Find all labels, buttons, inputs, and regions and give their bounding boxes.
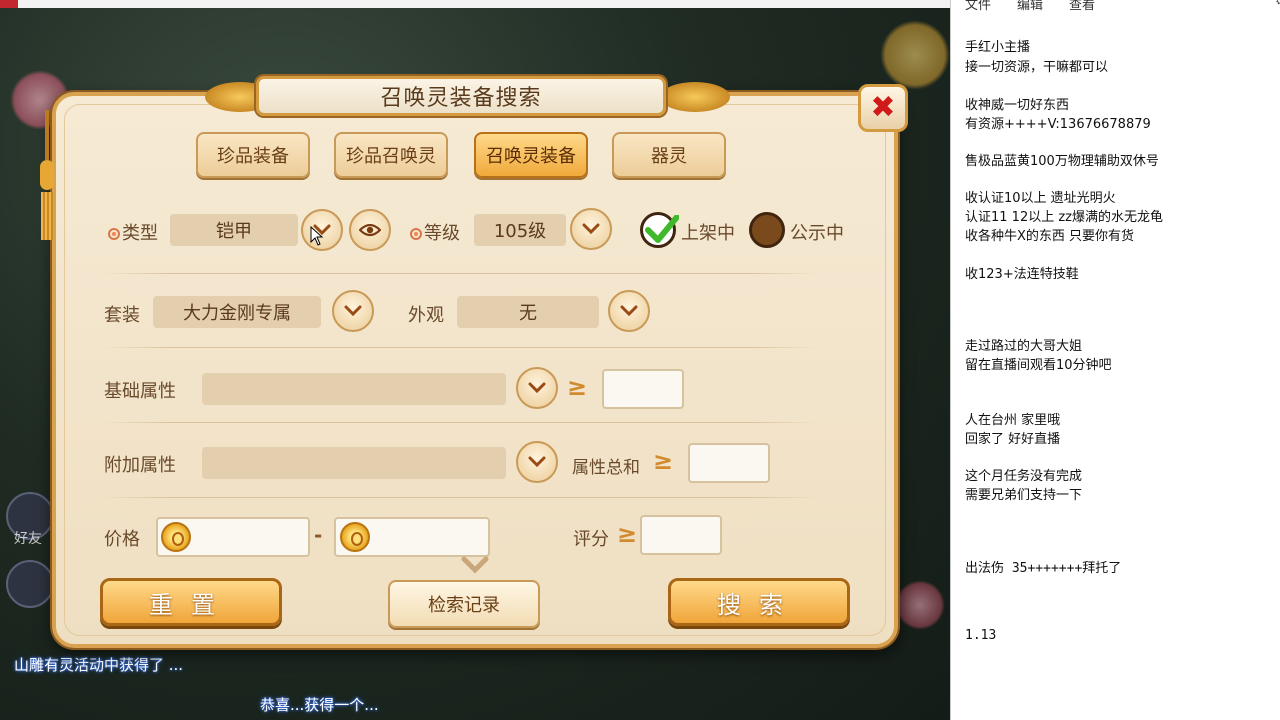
section-divider: [100, 422, 820, 423]
tab-spirit[interactable]: 器灵: [612, 132, 726, 178]
settings-gear-icon[interactable]: ⚙: [1275, 0, 1280, 9]
note-line: 收认证10以上 遗址光明火: [965, 191, 1116, 206]
chevron-down-icon: [620, 305, 638, 317]
score-label: 评分: [573, 529, 609, 550]
flower-decoration: [880, 20, 950, 90]
reset-button[interactable]: 重置: [100, 578, 282, 626]
notepad-window: 文件 编辑 查看 ⚙ 手红小主播接一切资源，干嘛都可以收神威一切好东西有资源++…: [950, 0, 1280, 720]
close-button[interactable]: ✖: [858, 84, 908, 132]
preview-button[interactable]: [349, 209, 391, 251]
system-ticker-2: 恭喜...获得一个...: [260, 696, 379, 714]
section-divider: [100, 273, 820, 274]
base-attr-min-input[interactable]: [602, 369, 684, 409]
public-checkbox[interactable]: [749, 212, 785, 248]
note-line: 手红小主播: [965, 40, 1031, 55]
listed-checkbox[interactable]: [640, 212, 679, 248]
required-dot-icon: [410, 228, 422, 240]
dialog-title-plate: 召唤灵装备搜索: [256, 76, 666, 116]
attr-sum-min-input[interactable]: [688, 443, 770, 483]
menu-file[interactable]: 文件: [965, 0, 991, 14]
greater-equal-icon: ≥: [567, 373, 588, 401]
note-line: 售极品蓝黄100万物理辅助双休号: [965, 154, 1159, 169]
score-min-input[interactable]: [640, 515, 722, 555]
level-dropdown-button[interactable]: [570, 208, 612, 250]
note-line: 回家了 好好直播: [965, 432, 1061, 447]
tab-summon-equipment[interactable]: 召唤灵装备: [474, 132, 588, 178]
system-ticker: 山雕有灵活动中获得了 ...: [14, 656, 184, 674]
chevron-down-icon: [528, 456, 546, 468]
greater-equal-icon: ≥: [617, 520, 638, 548]
note-line: 出法伤 35+++++++拜托了: [965, 561, 1122, 576]
note-line: 人在台州 家里哦: [965, 413, 1061, 428]
type-label: 类型: [108, 219, 158, 245]
note-line: 需要兄弟们支持一下: [965, 488, 1083, 503]
level-select[interactable]: 105级: [474, 214, 566, 246]
coin-icon: [161, 522, 191, 552]
attr-sum-label: 属性总和: [572, 458, 640, 478]
note-line: 收123+法连特技鞋: [965, 267, 1079, 282]
checkmark-icon: [645, 215, 679, 243]
search-button[interactable]: 搜索: [668, 578, 850, 626]
extra-attr-label: 附加属性: [104, 455, 176, 476]
scroll-more-icon[interactable]: [461, 556, 489, 574]
friends-label: 好友: [14, 531, 42, 547]
price-separator: -: [314, 523, 323, 547]
tab-rare-summon[interactable]: 珍品召唤灵: [334, 132, 448, 178]
note-line: 接一切资源，干嘛都可以: [965, 60, 1109, 75]
type-select[interactable]: 铠甲: [170, 214, 298, 246]
note-line: 1.13: [965, 628, 997, 643]
required-dot-icon: [108, 228, 120, 240]
section-divider: [100, 497, 820, 498]
coin-icon: [340, 522, 370, 552]
search-history-button[interactable]: 检索记录: [388, 580, 540, 628]
chevron-down-icon: [582, 223, 600, 235]
note-line: 留在直播间观看10分钟吧: [965, 358, 1112, 373]
base-attr-label: 基础属性: [104, 381, 176, 402]
base-attr-dropdown-button[interactable]: [516, 367, 558, 409]
flower-decoration: [895, 580, 945, 630]
close-icon: ✖: [870, 90, 896, 125]
greater-equal-icon: ≥: [653, 447, 674, 475]
note-line: 认证11 12以上 zz爆满的水无龙龟: [965, 210, 1163, 225]
section-divider: [100, 347, 820, 348]
set-select[interactable]: 大力金刚专属: [153, 296, 321, 328]
set-label: 套装: [104, 305, 140, 326]
note-line: 收各种牛X的东西 只要你有货: [965, 229, 1135, 244]
note-line: 这个月任务没有完成: [965, 469, 1083, 484]
note-line: 有资源++++V:13676678879: [965, 117, 1151, 132]
tassel-decoration: [38, 110, 56, 240]
extra-attr-select[interactable]: [202, 447, 506, 479]
appearance-label: 外观: [408, 305, 444, 326]
menu-edit[interactable]: 编辑: [1017, 0, 1043, 14]
price-label: 价格: [104, 529, 140, 550]
appearance-select[interactable]: 无: [457, 296, 599, 328]
listed-label: 上架中: [681, 223, 735, 244]
set-dropdown-button[interactable]: [332, 290, 374, 332]
extra-attr-dropdown-button[interactable]: [516, 441, 558, 483]
menu-view[interactable]: 查看: [1069, 0, 1095, 14]
title-ornament-right: [660, 82, 730, 112]
chevron-down-icon: [344, 305, 362, 317]
eye-icon: [359, 223, 381, 237]
chevron-down-icon: [528, 382, 546, 394]
dialog-title: 召唤灵装备搜索: [380, 86, 542, 111]
chat-button[interactable]: [6, 560, 54, 608]
level-label: 等级: [410, 219, 460, 245]
base-attr-select[interactable]: [202, 373, 506, 405]
tab-rare-equipment[interactable]: 珍品装备: [196, 132, 310, 178]
menu-bar: 文件 编辑 查看 ⚙: [951, 0, 1280, 14]
app-icon: [0, 0, 18, 8]
title-strip: [0, 0, 950, 8]
appearance-dropdown-button[interactable]: [608, 290, 650, 332]
note-line: 走过路过的大哥大姐: [965, 339, 1083, 354]
note-line: 收神威一切好东西: [965, 98, 1070, 113]
public-label: 公示中: [790, 223, 844, 244]
mouse-cursor-icon: [310, 226, 324, 246]
